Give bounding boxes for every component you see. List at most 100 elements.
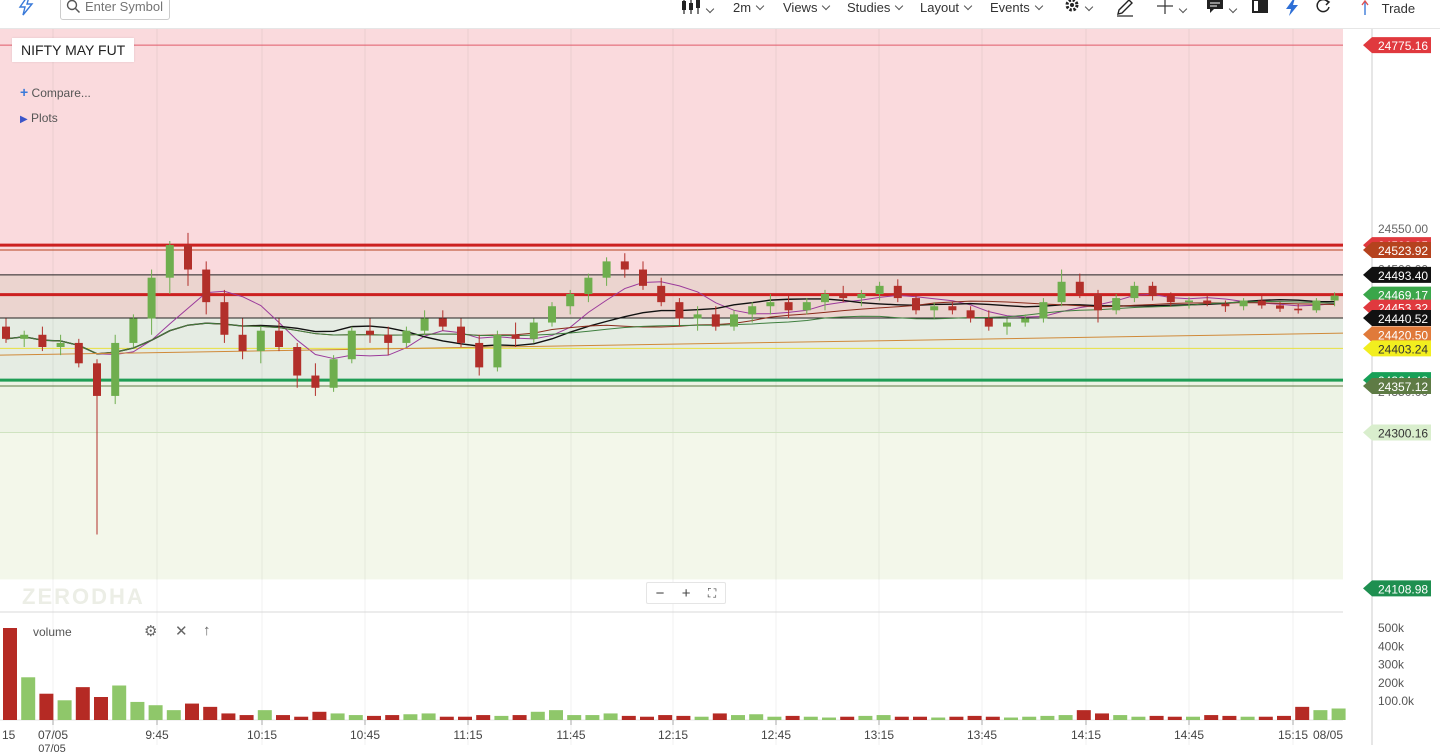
chevron-down-icon [963,1,973,11]
volume-bar [1076,710,1091,720]
volume-bar [530,711,545,720]
candle [566,294,575,307]
layout-label: Layout [920,0,960,15]
candlestick-icon [682,0,700,14]
lightning-logo-icon [17,0,35,16]
candle [293,347,302,376]
trade-button[interactable]: Trade [1360,0,1415,20]
price-zones [0,29,1343,580]
volume-bar [731,715,745,720]
candle [1221,303,1230,307]
lightning-icon [1286,0,1298,16]
candle [275,330,283,347]
volume-bar [913,716,927,720]
comment-icon [1207,0,1223,13]
symbol-label[interactable]: NIFTY MAY FUT [12,38,135,62]
draw-button[interactable] [1115,0,1135,17]
candle [548,306,556,323]
volume-bar [640,716,654,720]
volume-bar [1149,715,1164,720]
time-axis: 15 07/05 9:45 10:15 10:45 11:15 11:45 12:15 12:4… [0,719,1343,753]
volume-bar [294,716,309,720]
candle [220,302,229,335]
candle [1094,294,1102,311]
crosshair-icon [1157,0,1173,14]
zoom-out-button[interactable]: − [656,585,665,602]
volume-bar [476,715,491,720]
plots-toggle[interactable]: ▶ Plots [20,111,58,125]
chart-type-button[interactable] [681,0,715,17]
volume-bar [621,715,636,720]
volume-bar [112,685,127,720]
price-zone [0,432,1343,580]
candle [875,285,884,294]
volume-bar [1240,716,1255,720]
compare-label: Compare... [31,86,91,100]
candle [457,326,465,343]
price-chart[interactable]: 24550.0024500.0024350.0024775.1624529.95… [0,0,1440,753]
price-label: 24300.16 [1378,426,1428,440]
search-input[interactable] [85,0,165,14]
volume-bar [148,705,163,720]
fullscreen-button[interactable]: ⛶ [708,586,716,601]
candle [93,363,101,396]
candle [420,318,429,331]
plus-icon: + [20,84,29,100]
candle [657,285,666,303]
candle [1075,281,1084,294]
volume-bar [658,715,673,720]
symbol-search[interactable] [60,0,170,20]
price-label: 24403.24 [1378,342,1428,356]
price-zone [0,29,1343,275]
volume-bar [130,701,145,720]
candle [766,302,775,307]
candle [475,342,484,368]
volume-bar [1258,716,1273,720]
time-tick-label: 07/05 [38,728,68,742]
panel-button[interactable] [1251,0,1269,18]
volume-bar [785,715,800,720]
candle [1294,308,1303,311]
candle [639,269,647,286]
candle [784,302,793,311]
candle [748,306,757,315]
views-label: Views [783,0,818,15]
close-icon[interactable]: ✕ [175,622,188,640]
volume-bar [75,687,90,720]
candle [238,334,247,352]
zoom-in-button[interactable]: + [682,585,691,602]
streaming-button[interactable] [1284,0,1300,17]
volume-bar [931,717,946,720]
volume-bar [512,715,527,720]
gear-icon[interactable]: ⚙ [144,622,157,640]
views-dropdown[interactable]: Views [783,0,831,20]
volume-bar [822,717,836,720]
volume-bar [767,716,782,720]
candle [147,277,156,319]
studies-dropdown[interactable]: Studies [847,0,904,20]
candle [1021,318,1030,323]
arrow-up-icon[interactable]: ↑ [203,622,211,639]
compare-button[interactable]: + Compare... [20,84,91,100]
candle [129,318,138,343]
price-label: 24523.92 [1378,244,1428,258]
refresh-button[interactable] [1314,0,1332,17]
comment-button[interactable] [1206,0,1238,17]
volume-bar [94,697,108,720]
interval-dropdown[interactable]: 2m [733,0,765,20]
chevron-down-icon [1178,4,1188,14]
chart-toolbar: 2m Views Studies Layout Events Trade [0,0,1440,29]
events-dropdown[interactable]: Events [990,0,1043,20]
price-label: 24775.16 [1378,39,1428,53]
volume-bar [421,713,436,720]
volume-bar [403,714,418,720]
crosshair-button[interactable] [1156,0,1188,17]
settings-button[interactable] [1064,0,1094,17]
time-tick-label: 14:15 [1071,728,1101,742]
layout-dropdown[interactable]: Layout [920,0,973,20]
candle [529,322,538,339]
volume-bar [876,715,891,720]
candle [584,277,593,294]
candle [1039,302,1048,319]
volume-bar [1058,715,1073,720]
